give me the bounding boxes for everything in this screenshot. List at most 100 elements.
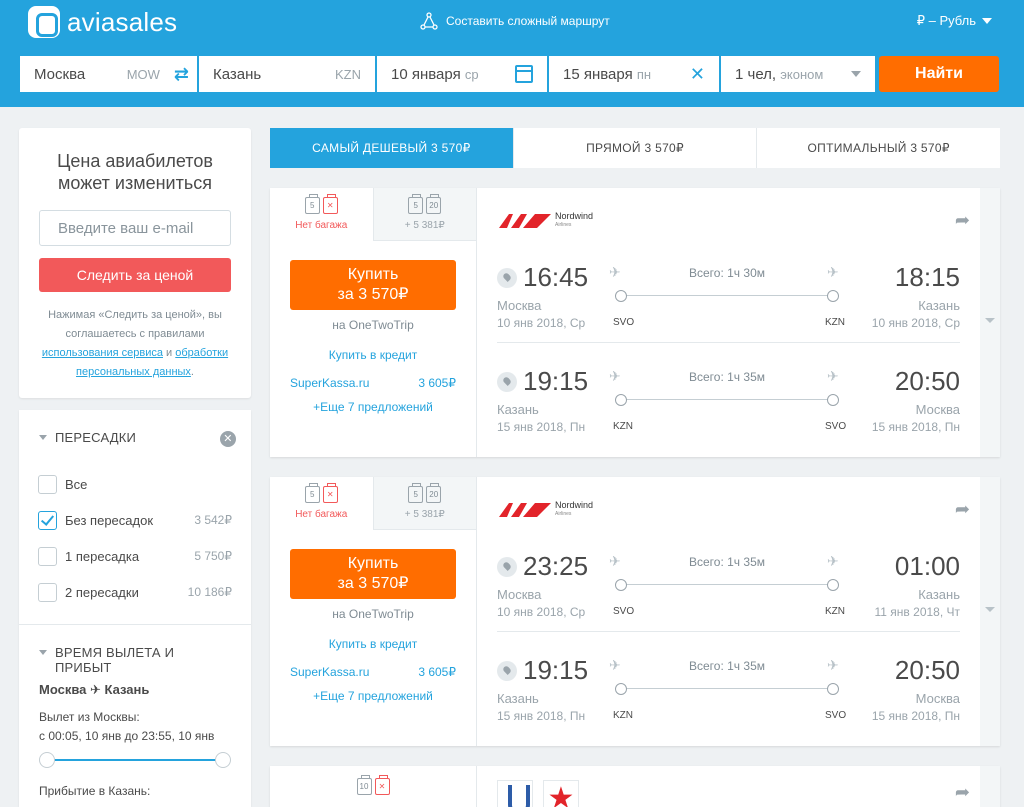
ticket-details[interactable]: Nordwind Airlines ➦ 16:45 ✈ Всего: 1ч 30м… bbox=[477, 188, 980, 457]
ticket-details[interactable]: ★ ➦ bbox=[477, 766, 980, 807]
checkbox[interactable] bbox=[38, 546, 57, 566]
time-filter-title: ВРЕМЯ ВЫЛЕТА И ПРИБЫТ bbox=[55, 645, 175, 675]
departure-date: 10 янв 2018, Ср bbox=[497, 316, 586, 330]
ticket-expand-strip[interactable] bbox=[980, 188, 1000, 457]
stops-option-direct[interactable]: Без пересадок 3 542₽ bbox=[19, 502, 251, 538]
buy-label: Купить bbox=[347, 555, 399, 572]
alt-offer[interactable]: SuperKassa.ru 3 605₽ bbox=[270, 665, 476, 679]
buy-on-credit-link[interactable]: Купить в кредит bbox=[270, 348, 476, 362]
disclaimer-text: Нажимая «Следить за ценой», вы соглашает… bbox=[48, 309, 222, 340]
airline-name: Nordwind bbox=[555, 500, 594, 510]
baggage-tab-no-bag[interactable]: 5 ✕ Нет багажа bbox=[270, 188, 373, 241]
tab-optimal[interactable]: ОПТИМАЛЬНЫЙ 3 570₽ bbox=[757, 128, 1001, 168]
pin-icon[interactable] bbox=[497, 371, 517, 392]
arrival-airport: SVO bbox=[825, 710, 847, 721]
aviasales-logo-icon bbox=[28, 6, 60, 38]
landing-icon: ✈ bbox=[827, 368, 839, 384]
alt-offer[interactable]: SuperKassa.ru 3 605₽ bbox=[270, 376, 476, 390]
pin-icon[interactable] bbox=[497, 660, 517, 681]
arrival-date: 15 янв 2018, Пн bbox=[871, 420, 960, 434]
baggage-tabs: 5 ✕ Нет багажа 5 20 + 5 381₽ bbox=[270, 188, 476, 241]
currency-selector[interactable]: ₽ – Рубль bbox=[917, 13, 992, 29]
share-icon[interactable]: ➦ bbox=[955, 782, 970, 803]
buy-price: за 3 570₽ bbox=[337, 575, 409, 592]
agency-name: на OneTwoTrip bbox=[332, 318, 414, 332]
baggage-tab-no-bag[interactable]: 10 ✕ bbox=[270, 766, 476, 806]
departure-time-value: 23:25 bbox=[523, 551, 589, 581]
checkbox-checked[interactable] bbox=[38, 510, 57, 530]
destination-field[interactable]: Казань KZN bbox=[199, 56, 375, 92]
checkbox[interactable] bbox=[38, 474, 57, 494]
depart-time-slider[interactable] bbox=[39, 752, 231, 768]
clear-date-icon[interactable]: ✕ bbox=[690, 64, 705, 85]
price-alert-title: Цена авиабилетов может измениться bbox=[57, 151, 213, 193]
track-price-button[interactable]: Следить за ценой bbox=[39, 258, 231, 292]
airline-sub: Airlines bbox=[555, 511, 572, 517]
tab-direct[interactable]: ПРЯМОЙ 3 570₽ bbox=[513, 128, 758, 168]
buy-button[interactable]: Купить за 3 570₽ bbox=[290, 549, 456, 599]
origin-field[interactable]: Москва MOW ⇄ bbox=[20, 56, 197, 92]
depart-date-field[interactable]: 10 января ср bbox=[377, 56, 547, 92]
logo-text: aviasales bbox=[67, 6, 178, 37]
departure-time-value: 19:15 bbox=[523, 655, 589, 685]
buy-on-credit-link[interactable]: Купить в кредит bbox=[270, 637, 476, 651]
baggage-tab-with-bag[interactable]: 5 20 + 5 381₽ bbox=[372, 188, 476, 241]
baggage-icon: 20 bbox=[426, 194, 442, 214]
route-from: Москва bbox=[39, 682, 87, 697]
stops-option-two[interactable]: 2 пересадки 10 186₽ bbox=[19, 574, 251, 610]
departure-airport: SVO bbox=[613, 317, 635, 328]
sort-tabs: САМЫЙ ДЕШЕВЫЙ 3 570₽ ПРЯМОЙ 3 570₽ ОПТИМ… bbox=[270, 128, 1001, 168]
departure-date: 10 янв 2018, Ср bbox=[497, 605, 586, 619]
flight-duration: Всего: 1ч 35м bbox=[689, 370, 765, 384]
depart-date: 10 января bbox=[391, 65, 461, 83]
stops-filter-header[interactable]: ПЕРЕСАДКИ ✕ bbox=[19, 410, 251, 466]
hand-luggage-icon: 5 bbox=[408, 194, 424, 214]
depart-time-filter: Вылет из Москвы: с 00:05, 10 янв до 23:5… bbox=[19, 708, 251, 746]
ticket-details[interactable]: Nordwind Airlines ➦ 23:25 ✈ Всего: 1ч 35м… bbox=[477, 477, 980, 746]
pin-icon[interactable] bbox=[497, 556, 517, 577]
departure-time: 23:25 bbox=[497, 551, 588, 582]
arrival-date: 15 янв 2018, Пн bbox=[871, 709, 960, 723]
stops-option-label: Все bbox=[65, 476, 88, 492]
ticket-expand-strip[interactable] bbox=[980, 477, 1000, 746]
calendar-icon[interactable] bbox=[515, 65, 533, 83]
airline-logo: Nordwind Airlines bbox=[497, 212, 593, 230]
slider-handle-max[interactable] bbox=[215, 752, 231, 768]
complex-route-link[interactable]: Составить сложный маршрут bbox=[420, 12, 610, 30]
baggage-tab-no-bag[interactable]: 5 ✕ Нет багажа bbox=[270, 477, 373, 530]
price-alert-box: Цена авиабилетов может измениться Следит… bbox=[19, 128, 251, 398]
terms-link[interactable]: использования сервиса bbox=[42, 347, 163, 359]
search-button[interactable]: Найти bbox=[879, 56, 999, 92]
ticket-buy-panel: 5 ✕ Нет багажа 5 20 + 5 381₽ Купить за 3 57… bbox=[270, 477, 477, 746]
baggage-tab-with-bag[interactable]: 5 20 + 5 381₽ bbox=[372, 477, 476, 530]
landing-icon: ✈ bbox=[827, 264, 839, 280]
clear-filter-icon[interactable]: ✕ bbox=[220, 431, 236, 447]
swap-icon[interactable]: ⇄ bbox=[174, 64, 189, 85]
stops-option-all[interactable]: Все bbox=[19, 466, 251, 502]
arrival-time: 20:50 bbox=[894, 655, 960, 685]
departure-date: 15 янв 2018, Пн bbox=[497, 420, 586, 434]
passengers-field[interactable]: 1 чел, эконом bbox=[721, 56, 875, 92]
expand-icon bbox=[985, 318, 995, 323]
no-baggage-icon: ✕ bbox=[322, 194, 338, 214]
baggage-icon: 20 bbox=[426, 483, 442, 503]
logo[interactable]: aviasales bbox=[28, 6, 177, 38]
destination-city: Казань bbox=[213, 65, 262, 83]
pin-icon[interactable] bbox=[497, 267, 517, 288]
more-offers-link[interactable]: +Еще 7 предложений bbox=[270, 689, 476, 703]
more-offers-link[interactable]: +Еще 7 предложений bbox=[270, 400, 476, 414]
time-filter-header[interactable]: ВРЕМЯ ВЫЛЕТА И ПРИБЫТ bbox=[19, 625, 251, 675]
ticket-expand-strip[interactable] bbox=[980, 766, 1000, 807]
share-icon[interactable]: ➦ bbox=[955, 499, 970, 520]
return-date-field[interactable]: 15 января пн ✕ bbox=[549, 56, 719, 92]
share-icon[interactable]: ➦ bbox=[955, 210, 970, 231]
email-field[interactable] bbox=[39, 210, 231, 246]
buy-button[interactable]: Купить за 3 570₽ bbox=[290, 260, 456, 310]
tab-cheapest[interactable]: САМЫЙ ДЕШЕВЫЙ 3 570₽ bbox=[270, 128, 514, 168]
flight-duration: Всего: 1ч 30м bbox=[689, 266, 765, 280]
stops-option-one[interactable]: 1 пересадка 5 750₽ bbox=[19, 538, 251, 574]
checkbox[interactable] bbox=[38, 582, 57, 602]
baggage-extra-price: + 5 381₽ bbox=[404, 509, 445, 520]
slider-handle-min[interactable] bbox=[39, 752, 55, 768]
depart-range: с 00:05, 10 янв до 23:55, 10 янв bbox=[39, 729, 215, 743]
